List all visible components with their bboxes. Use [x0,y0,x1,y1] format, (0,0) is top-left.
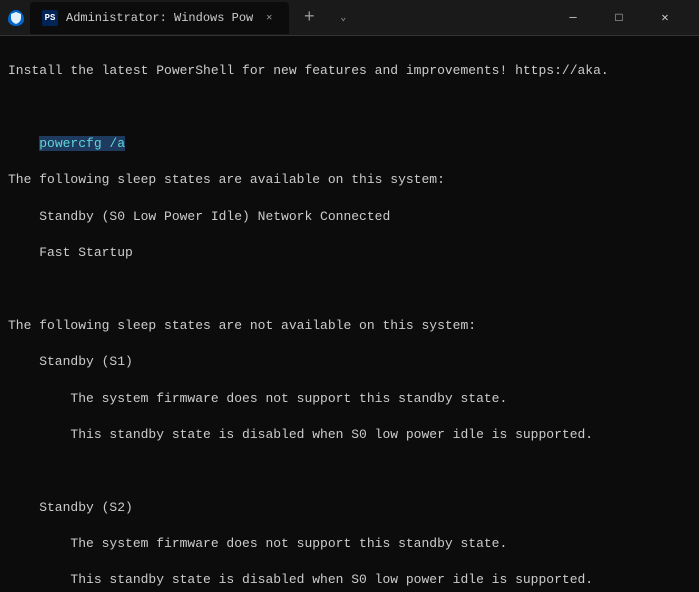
powershell-icon: PS [42,10,58,26]
window-controls: ─ □ ✕ [551,0,687,36]
terminal-line-12 [8,462,691,480]
terminal-line-8: The following sleep states are not avail… [8,317,691,335]
terminal-line-10: The system firmware does not support thi… [8,390,691,408]
terminal-line-1: Install the latest PowerShell for new fe… [8,62,691,80]
terminal-line-14: The system firmware does not support thi… [8,535,691,553]
terminal-line-6: Fast Startup [8,244,691,262]
terminal-line-13: Standby (S2) [8,499,691,517]
command-text: powercfg /a [39,136,125,151]
terminal-line-4: The following sleep states are available… [8,171,691,189]
maximize-button[interactable]: □ [597,0,641,36]
tab-dropdown-button[interactable]: ⌄ [329,4,357,32]
close-button[interactable]: ✕ [643,0,687,36]
tab-close-button[interactable]: ✕ [261,10,277,26]
minimize-button[interactable]: ─ [551,0,595,36]
terminal-line-2 [8,99,691,117]
powershell-tab[interactable]: PS Administrator: Windows Pow ✕ [30,2,289,34]
terminal-line-7 [8,280,691,298]
terminal-line-3: powercfg /a [8,135,691,153]
tab-title: Administrator: Windows Pow [66,11,253,25]
title-bar-left: PS Administrator: Windows Pow ✕ + ⌄ [8,2,357,34]
terminal-output: Install the latest PowerShell for new fe… [0,36,699,592]
terminal-line-15: This standby state is disabled when S0 l… [8,571,691,589]
shield-icon [8,10,24,26]
terminal-line-11: This standby state is disabled when S0 l… [8,426,691,444]
terminal-line-9: Standby (S1) [8,353,691,371]
new-tab-button[interactable]: + [295,4,323,32]
title-bar: PS Administrator: Windows Pow ✕ + ⌄ ─ □ … [0,0,699,36]
terminal-line-5: Standby (S0 Low Power Idle) Network Conn… [8,208,691,226]
